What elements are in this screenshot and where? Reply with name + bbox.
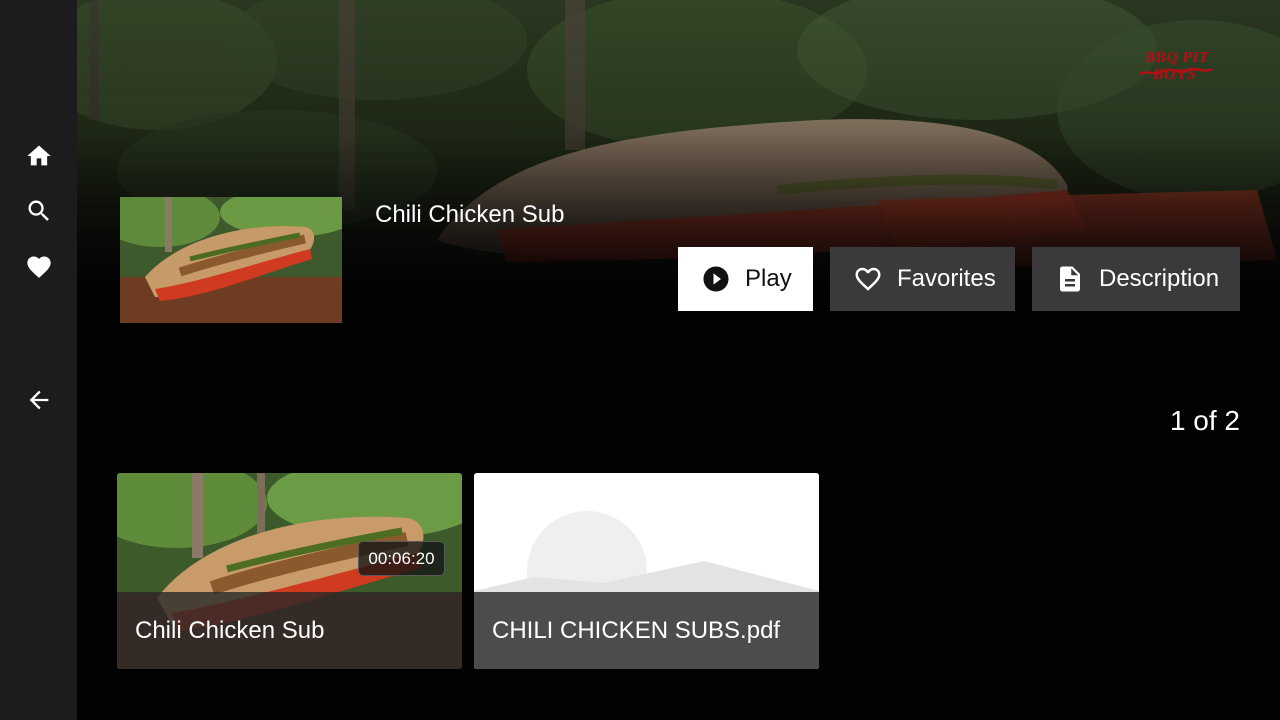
heart-icon xyxy=(26,256,51,278)
nav-home-button[interactable] xyxy=(0,134,77,178)
poster-image xyxy=(120,197,342,323)
card-title: Chili Chicken Sub xyxy=(117,592,462,669)
favorites-button[interactable]: Favorites xyxy=(830,247,1015,311)
play-button[interactable]: Play xyxy=(678,247,813,311)
document-icon xyxy=(1060,266,1080,292)
nav-back-button[interactable] xyxy=(0,378,77,422)
nav-favorites-button[interactable] xyxy=(0,245,77,289)
search-icon xyxy=(28,200,49,221)
page-indicator: 1 of 2 xyxy=(1169,405,1240,436)
home-icon xyxy=(26,145,51,166)
logo-flame-mark xyxy=(1139,67,1213,76)
brand-logo: BBQ PIT BOYS xyxy=(1134,44,1218,83)
back-arrow-icon xyxy=(29,390,48,410)
content-title: Chili Chicken Sub xyxy=(375,201,565,228)
play-circle-icon xyxy=(703,266,729,292)
nav-search-button[interactable] xyxy=(0,189,77,233)
duration-badge: 00:06:20 xyxy=(358,541,445,576)
poster-thumbnail xyxy=(120,197,342,323)
favorites-button-label: Favorites xyxy=(897,265,996,292)
video-card[interactable]: 00:06:20 Chili Chicken Sub xyxy=(117,473,462,669)
document-card[interactable]: CHILI CHICKEN SUBS.pdf xyxy=(474,473,819,669)
card-title: CHILI CHICKEN SUBS.pdf xyxy=(474,592,819,669)
nav-rail xyxy=(0,0,77,720)
description-button-label: Description xyxy=(1099,265,1220,292)
description-button[interactable]: Description xyxy=(1032,247,1240,311)
heart-outline-icon xyxy=(855,267,881,291)
play-button-label: Play xyxy=(745,265,792,292)
media-detail-screen: BBQ PIT BOYS Chili Chicken Sub Play Favo… xyxy=(0,0,1280,720)
